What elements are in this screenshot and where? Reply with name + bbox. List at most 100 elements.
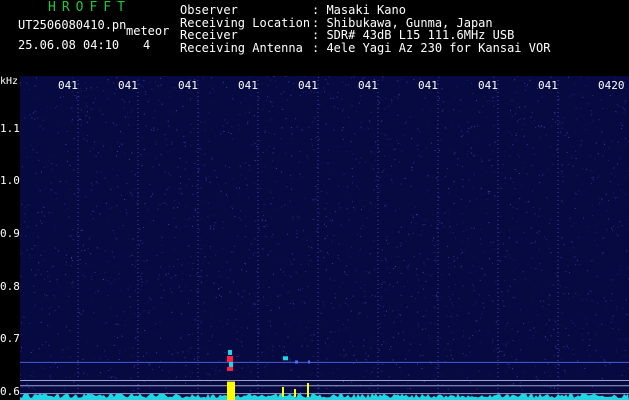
noise-pixel: [226, 87, 228, 88]
noise-pixel: [137, 193, 139, 195]
noise-pixel: [165, 138, 167, 140]
noise-pixel: [400, 320, 402, 322]
noise-pixel: [526, 143, 528, 145]
noise-pixel: [340, 225, 341, 227]
noise-pixel: [64, 388, 66, 390]
noise-pixel: [602, 107, 604, 109]
noise-pixel: [435, 323, 437, 325]
noise-pixel: [148, 310, 150, 311]
noise-pixel: [415, 223, 417, 225]
noise-pixel: [121, 99, 123, 100]
noise-pixel: [199, 229, 201, 231]
noise-pixel: [587, 301, 589, 303]
noise-pixel: [508, 384, 510, 386]
noise-pixel: [399, 86, 401, 88]
noise-pixel: [434, 259, 435, 261]
noise-pixel: [492, 150, 494, 152]
noise-pixel: [34, 110, 36, 112]
noise-pixel: [452, 290, 454, 292]
noise-pixel: [612, 328, 614, 329]
noise-pixel: [575, 106, 577, 108]
noise-pixel: [351, 105, 353, 107]
noise-pixel: [580, 76, 582, 78]
noise-pixel: [39, 190, 41, 192]
noise-pixel: [325, 216, 327, 217]
noise-pixel: [576, 175, 578, 177]
noise-pixel: [78, 189, 80, 191]
noise-pixel: [217, 250, 219, 252]
noise-pixel: [509, 204, 511, 205]
noise-pixel: [149, 184, 151, 185]
noise-pixel: [317, 257, 319, 259]
noise-pixel: [236, 338, 238, 340]
y-tick-label: 0.6: [0, 385, 20, 399]
noise-pixel: [80, 313, 82, 315]
noise-pixel: [77, 360, 79, 362]
noise-pixel: [360, 99, 361, 101]
noise-pixel: [598, 197, 600, 199]
noise-pixel: [192, 194, 194, 196]
noise-pixel: [431, 199, 433, 201]
noise-pixel: [123, 311, 125, 313]
noise-pixel: [265, 224, 267, 226]
noise-pixel: [262, 215, 264, 216]
noise-pixel: [38, 245, 40, 247]
noise-pixel: [546, 167, 548, 169]
noise-pixel: [120, 334, 122, 336]
noise-pixel: [345, 354, 347, 356]
noise-pixel: [392, 286, 394, 288]
noise-pixel: [305, 327, 307, 329]
noise-pixel: [467, 131, 469, 133]
noise-pixel: [476, 388, 478, 390]
noise-pixel: [331, 242, 333, 244]
noise-pixel: [561, 127, 563, 129]
noise-pixel: [172, 266, 174, 268]
noise-pixel: [266, 99, 267, 101]
noise-pixel: [81, 250, 82, 252]
noise-pixel: [256, 145, 258, 147]
noise-pixel: [487, 116, 489, 118]
noise-pixel: [281, 357, 283, 359]
noise-pixel: [222, 227, 224, 229]
noise-pixel: [363, 345, 365, 347]
noise-pixel: [574, 197, 576, 199]
noise-pixel: [421, 230, 423, 232]
noise-pixel: [159, 366, 160, 368]
noise-pixel: [562, 181, 564, 183]
noise-pixel: [144, 395, 146, 397]
noise-pixel: [256, 381, 258, 382]
noise-pixel: [262, 386, 264, 388]
noise-pixel: [377, 197, 379, 199]
noise-pixel: [386, 144, 388, 145]
noise-pixel: [119, 352, 121, 354]
noise-pixel: [400, 286, 402, 287]
noise-pixel: [587, 226, 589, 228]
noise-pixel: [397, 97, 399, 99]
noise-pixel: [625, 88, 627, 90]
noise-pixel: [435, 241, 437, 243]
noise-pixel: [158, 100, 160, 101]
noise-pixel: [555, 121, 556, 123]
noise-pixel: [279, 188, 281, 190]
noise-pixel: [57, 366, 58, 368]
noise-pixel: [224, 209, 226, 211]
noise-pixel: [599, 175, 601, 177]
noise-pixel: [117, 323, 119, 325]
noise-pixel: [164, 193, 166, 195]
noise-pixel: [245, 162, 247, 164]
noise-pixel: [220, 190, 222, 192]
noise-pixel: [89, 150, 91, 152]
observer-label: Observer: [180, 3, 238, 17]
noise-pixel: [514, 297, 516, 299]
noise-pixel: [38, 262, 40, 264]
noise-pixel: [300, 392, 302, 393]
noise-pixel: [539, 126, 541, 128]
noise-pixel: [547, 386, 549, 388]
noise-pixel: [270, 250, 272, 252]
noise-pixel: [396, 309, 398, 311]
noise-pixel: [180, 188, 182, 189]
noise-pixel: [280, 138, 282, 140]
noise-pixel: [503, 243, 504, 245]
noise-pixel: [361, 302, 363, 304]
noise-pixel: [109, 277, 111, 279]
